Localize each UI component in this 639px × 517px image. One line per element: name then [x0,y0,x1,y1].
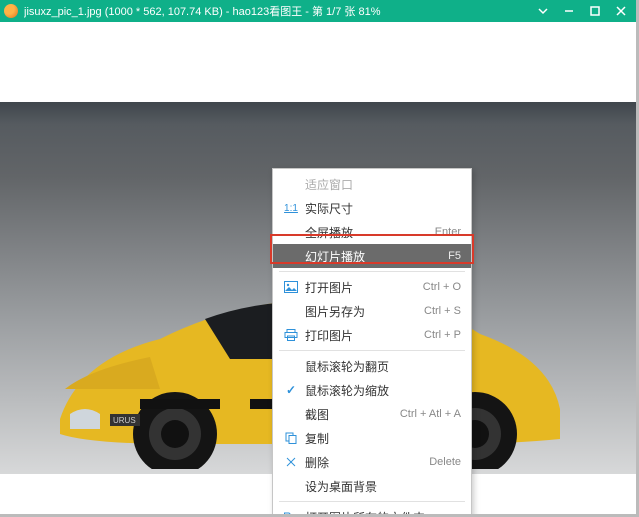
image-icon [281,279,301,295]
menu-label: 适应窗口 [301,176,461,193]
svg-text:URUS: URUS [113,416,136,425]
menu-label: 打开图片所在的文件夹 [301,509,461,515]
check-icon: ✓ [281,382,301,398]
menu-actual-size[interactable]: 1:1 实际尺寸 [273,196,471,220]
menu-separator [279,350,465,351]
menu-print[interactable]: 打印图片 Ctrl + P [273,323,471,347]
menu-label: 幻灯片播放 [301,248,448,265]
menu-label: 删除 [301,454,429,471]
menu-shortcut: Enter [435,226,461,238]
titlebar: jisuxz_pic_1.jpg (1000 * 562, 107.74 KB)… [0,0,636,22]
menu-label: 鼠标滚轮为缩放 [301,382,461,399]
menu-label: 鼠标滚轮为翻页 [301,358,461,375]
print-icon [281,327,301,343]
menu-label: 复制 [301,430,461,447]
menu-label: 全屏播放 [301,224,435,241]
menu-slideshow[interactable]: 幻灯片播放 F5 [273,244,471,268]
menu-wheel-page[interactable]: 鼠标滚轮为翻页 [273,354,471,378]
menu-label: 图片另存为 [301,303,424,320]
menu-label: 实际尺寸 [301,200,461,217]
menu-shortcut: Ctrl + O [423,281,461,293]
actual-size-icon: 1:1 [281,200,301,216]
menu-fit-window: 适应窗口 [273,172,471,196]
menu-open[interactable]: 打开图片 Ctrl + O [273,275,471,299]
window-controls [530,0,634,22]
window-title: jisuxz_pic_1.jpg (1000 * 562, 107.74 KB)… [24,3,530,19]
menu-shortcut: F5 [448,250,461,262]
menu-delete[interactable]: 删除 Delete [273,450,471,474]
app-icon [4,4,18,18]
folder-icon [281,509,301,514]
app-window: jisuxz_pic_1.jpg (1000 * 562, 107.74 KB)… [0,0,639,517]
dropdown-button[interactable] [530,0,556,22]
menu-wheel-zoom[interactable]: ✓ 鼠标滚轮为缩放 [273,378,471,402]
menu-label: 截图 [301,406,400,423]
menu-shortcut: Ctrl + P [424,329,461,341]
menu-label: 打印图片 [301,327,424,344]
menu-save-as[interactable]: 图片另存为 Ctrl + S [273,299,471,323]
close-button[interactable] [608,0,634,22]
menu-screenshot[interactable]: 截图 Ctrl + Atl + A [273,402,471,426]
menu-separator [279,271,465,272]
menu-label: 设为桌面背景 [301,478,461,495]
menu-fullscreen[interactable]: 全屏播放 Enter [273,220,471,244]
copy-icon [281,430,301,446]
menu-copy[interactable]: 复制 [273,426,471,450]
delete-icon [281,454,301,470]
image-viewer[interactable]: URUS 适应窗口 1:1 实际尺寸 全屏播放 Enter 幻灯片播放 F5 [0,22,636,514]
menu-shortcut: Delete [429,456,461,468]
context-menu: 适应窗口 1:1 实际尺寸 全屏播放 Enter 幻灯片播放 F5 打开图片 C… [272,168,472,514]
maximize-button[interactable] [582,0,608,22]
menu-shortcut: Ctrl + S [424,305,461,317]
menu-label: 打开图片 [301,279,423,296]
menu-wallpaper[interactable]: 设为桌面背景 [273,474,471,498]
menu-open-folder[interactable]: 打开图片所在的文件夹 [273,505,471,514]
minimize-button[interactable] [556,0,582,22]
menu-shortcut: Ctrl + Atl + A [400,408,461,420]
menu-separator [279,501,465,502]
